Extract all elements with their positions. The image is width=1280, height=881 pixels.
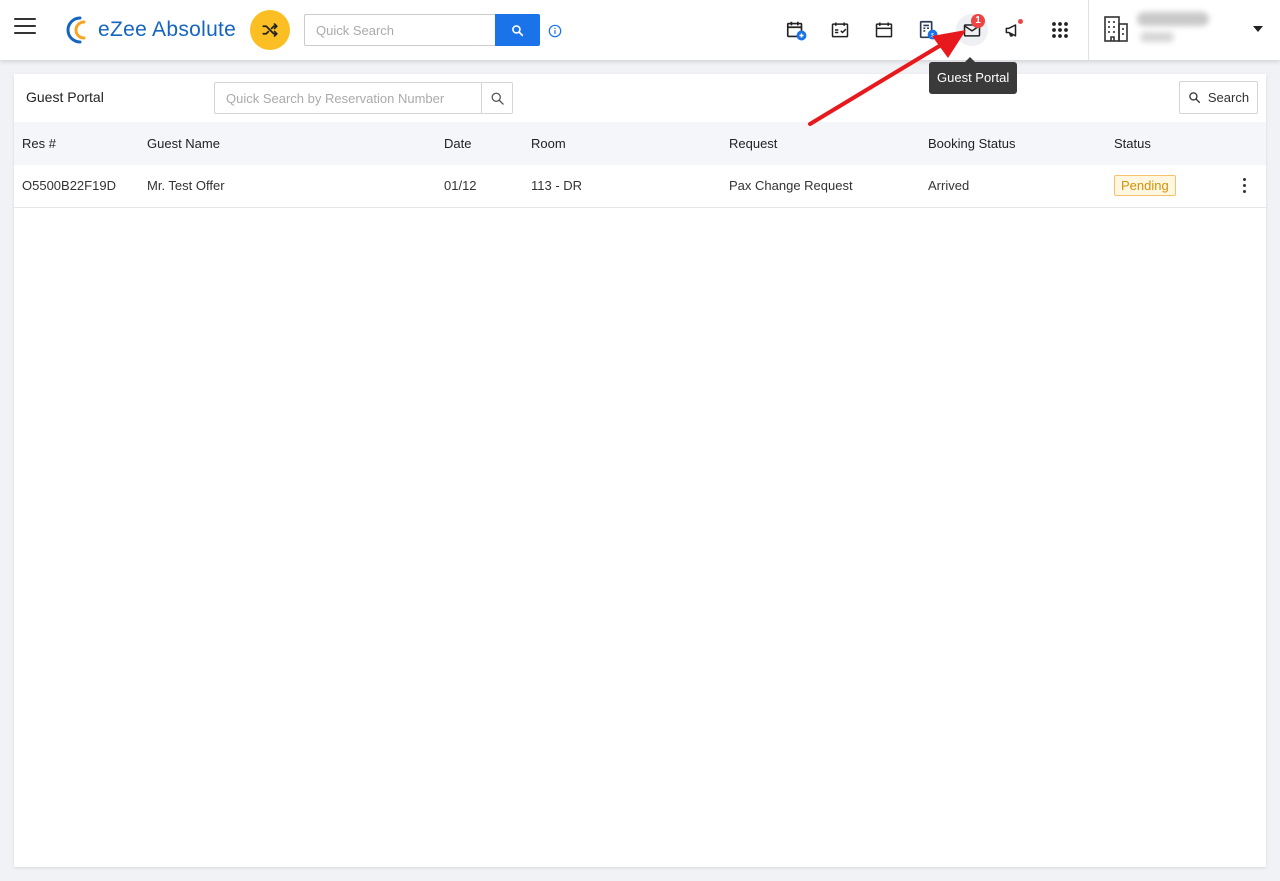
search-button-label: Search	[1207, 90, 1250, 105]
guest-portal-tooltip: Guest Portal	[929, 57, 1018, 94]
column-header-date[interactable]: Date	[436, 122, 523, 165]
cell-res[interactable]: O5500B22F19D	[14, 165, 139, 207]
calendar-icon	[875, 22, 893, 38]
shuffle-icon	[262, 23, 278, 37]
add-reservation-icon	[786, 21, 807, 41]
quick-search-input[interactable]	[304, 14, 496, 46]
page-title: Guest Portal	[26, 89, 104, 105]
column-header-actions	[1226, 122, 1266, 165]
search-button[interactable]: Search	[1179, 81, 1258, 114]
column-header-guest-name[interactable]: Guest Name	[139, 122, 436, 165]
announcements-button[interactable]	[997, 14, 1029, 46]
add-reservation-button[interactable]	[780, 14, 812, 46]
checkin-button[interactable]	[824, 14, 856, 46]
apps-grid-icon	[1052, 22, 1068, 38]
column-header-status[interactable]: Status	[1106, 122, 1226, 165]
top-bar: eZee Absolute Quick Search $ 1	[0, 0, 1280, 60]
brand-name: eZee Absolute	[98, 18, 237, 41]
hotel-building-icon[interactable]	[1103, 15, 1129, 43]
billing-icon: $	[919, 20, 938, 40]
reservation-search-input[interactable]	[214, 82, 482, 114]
search-icon	[491, 92, 504, 105]
hotel-name-blurred[interactable]	[1137, 12, 1209, 26]
column-header-res[interactable]: Res #	[14, 122, 139, 165]
switch-property-button[interactable]	[250, 10, 290, 50]
column-header-booking-status[interactable]: Booking Status	[920, 122, 1106, 165]
quick-search-button[interactable]	[495, 14, 540, 46]
cell-status: Pending	[1106, 165, 1226, 207]
reservation-search-button[interactable]	[481, 82, 513, 114]
announcement-dot	[1018, 19, 1023, 24]
toolbar-divider	[1088, 0, 1089, 60]
hamburger-menu-icon[interactable]	[14, 18, 36, 40]
checkin-icon	[831, 22, 849, 38]
cell-actions	[1226, 165, 1266, 207]
calendar-button[interactable]	[868, 14, 900, 46]
search-icon	[1189, 92, 1200, 104]
caret-down-icon[interactable]	[1253, 26, 1263, 32]
notification-badge: 1	[971, 14, 985, 28]
guest-portal-panel: Guest Portal Search Res # Guest Name Dat…	[14, 74, 1266, 867]
column-header-request[interactable]: Request	[721, 122, 920, 165]
column-header-room[interactable]: Room	[523, 122, 721, 165]
hotel-subtitle-blurred	[1140, 32, 1174, 42]
table-header-row: Res # Guest Name Date Room Request Booki…	[14, 122, 1266, 165]
guest-requests-table: Res # Guest Name Date Room Request Booki…	[14, 122, 1266, 208]
svg-text:$: $	[931, 33, 934, 39]
apps-menu-button[interactable]	[1044, 14, 1076, 46]
guest-portal-button[interactable]: 1	[956, 14, 988, 46]
cell-booking-status: Arrived	[928, 178, 970, 194]
cell-date: 01/12	[444, 178, 477, 194]
ezee-logo-icon	[66, 16, 86, 44]
table-row[interactable]: O5500B22F19D Mr. Test Offer 01/12 113 - …	[14, 165, 1266, 207]
billing-button[interactable]: $	[912, 14, 944, 46]
cell-room: 113 - DR	[531, 178, 583, 194]
row-actions-kebab-icon[interactable]	[1234, 178, 1254, 194]
cell-guest-name: Mr. Test Offer	[147, 178, 225, 194]
search-icon	[512, 24, 524, 36]
cell-request: Pax Change Request	[729, 178, 853, 194]
brand-logo[interactable]: eZee Absolute	[64, 14, 236, 46]
status-badge: Pending	[1114, 175, 1176, 197]
info-icon[interactable]	[548, 24, 562, 38]
